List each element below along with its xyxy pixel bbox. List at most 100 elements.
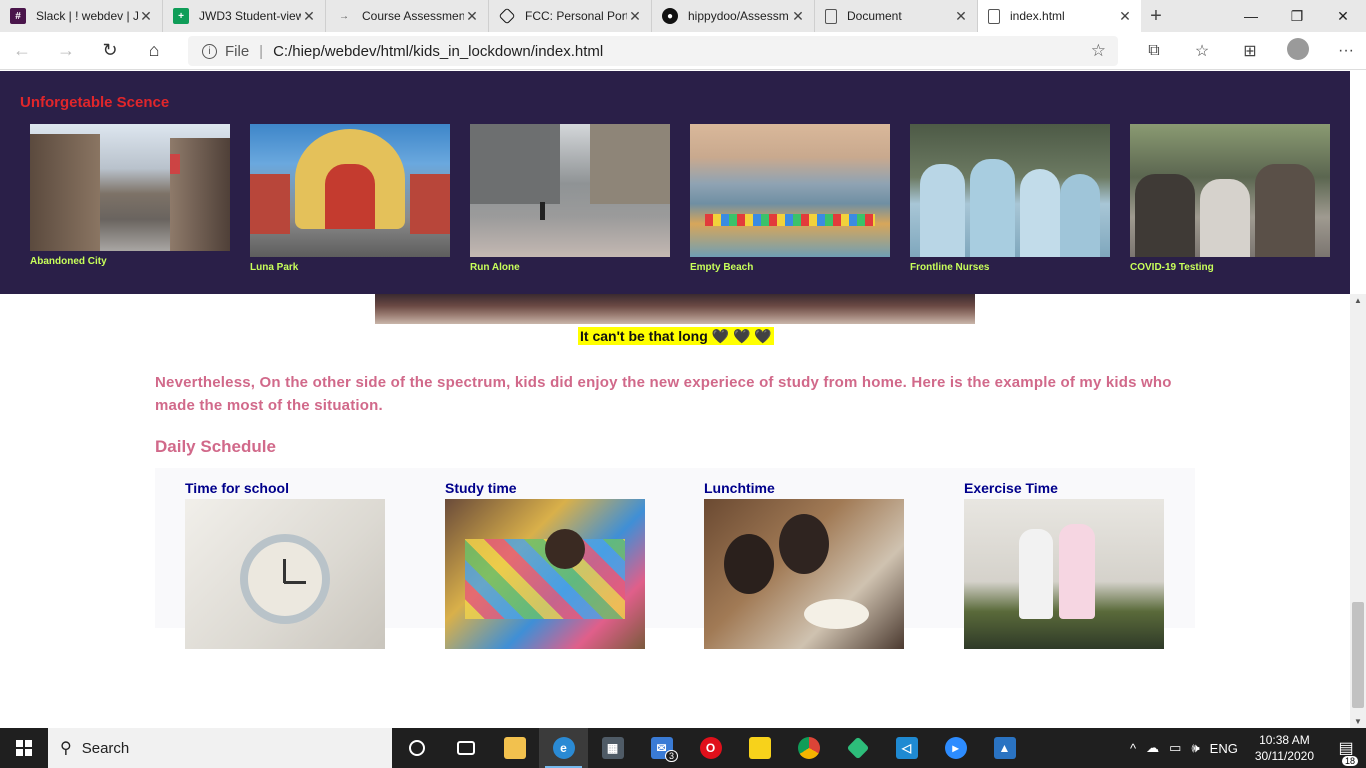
start-button[interactable]: [0, 728, 48, 768]
notification-center-button[interactable]: ▤ 18: [1326, 738, 1366, 766]
browser-tab-bar: # Slack | ! webdev | J ✕ + JWD3 Student-…: [0, 0, 1366, 32]
separator: |: [259, 42, 264, 60]
photo-caption: COVID-19 Testing: [1130, 262, 1214, 273]
tab-course-assessment[interactable]: → Course Assessmen ✕: [326, 0, 489, 32]
windows-taskbar: ⚲ Search e ▦ ✉ 3 O ◁ ▸ ▲ ^ ☁ ▭ 🕪 ENG 10:3…: [0, 728, 1366, 768]
notification-badge: 18: [1341, 756, 1358, 766]
tab-title: Course Assessmen: [362, 9, 464, 23]
run-alone-image: [470, 124, 670, 257]
photo-caption: Empty Beach: [690, 262, 754, 273]
taskbar-vscode[interactable]: ◁: [882, 728, 931, 768]
arrow-icon: →: [339, 10, 349, 22]
clock[interactable]: 10:38 AM 30/11/2020: [1255, 732, 1314, 764]
gallery-title: Unforgetable Scence: [20, 94, 170, 111]
tab-title: hippydoo/Assessm: [688, 9, 789, 23]
settings-more-icon[interactable]: ···: [1322, 42, 1366, 60]
sticky-notes-icon: [748, 737, 771, 759]
windows-logo-icon: [16, 740, 32, 756]
schedule-item-school: Time for school: [185, 480, 385, 649]
gallery-photo-frontline-nurses: Frontline Nurses: [910, 124, 1110, 273]
refresh-button[interactable]: ↻: [88, 32, 132, 70]
taskbar-file-explorer[interactable]: [490, 728, 539, 768]
tab-fcc-portfolio[interactable]: FCC: Personal Port ✕: [489, 0, 652, 32]
notification-icon: ▤: [1338, 740, 1354, 757]
search-icon: ⚲: [60, 740, 72, 757]
close-window-button[interactable]: ✕: [1320, 0, 1366, 32]
photo-caption: Frontline Nurses: [910, 262, 990, 273]
covid-testing-image: [1130, 124, 1330, 257]
taskbar-mail[interactable]: ✉ 3: [637, 728, 686, 768]
network-icon[interactable]: ▭: [1169, 740, 1181, 756]
clock-date: 30/11/2020: [1254, 749, 1314, 763]
taskbar-zoom[interactable]: ▸: [931, 728, 980, 768]
taskbar-store[interactable]: ▦: [588, 728, 637, 768]
close-icon[interactable]: ✕: [790, 8, 806, 25]
favorite-star-icon[interactable]: ☆: [1091, 41, 1106, 61]
info-icon[interactable]: i: [202, 43, 217, 59]
task-view-button[interactable]: [441, 728, 490, 768]
browser-toolbar-icons: ⧉ ☆ ⊞ ···: [1130, 32, 1366, 70]
study-time-image: [445, 499, 645, 649]
github-icon: ●: [662, 8, 678, 24]
tab-jwd3[interactable]: + JWD3 Student-view ✕: [163, 0, 326, 32]
back-button[interactable]: ←: [0, 32, 44, 70]
photo-caption: Abandoned City: [30, 256, 107, 267]
scroll-down-icon[interactable]: ▼: [1350, 717, 1366, 726]
schedule-label: Study time: [445, 480, 517, 496]
taskbar-sticky-notes[interactable]: [735, 728, 784, 768]
address-toolbar: ← → ↻ ⌂ i File | C:/hiep/webdev/html/kid…: [0, 32, 1366, 70]
scroll-up-icon[interactable]: ▲: [1350, 296, 1366, 305]
close-icon[interactable]: ✕: [464, 8, 480, 25]
tab-github[interactable]: ● hippydoo/Assessm ✕: [652, 0, 815, 32]
close-icon[interactable]: ✕: [627, 8, 643, 25]
vscode-icon: ◁: [895, 737, 918, 759]
close-icon[interactable]: ✕: [138, 8, 154, 25]
cortana-icon: [408, 740, 425, 756]
mail-badge: 3: [664, 750, 678, 762]
close-icon[interactable]: ✕: [301, 8, 317, 25]
taskbar-gitkraken[interactable]: [833, 728, 882, 768]
edge-icon: e: [552, 737, 575, 759]
collections-icon[interactable]: ⧉: [1130, 42, 1178, 60]
volume-icon[interactable]: 🕪: [1191, 740, 1199, 756]
cortana-button[interactable]: [392, 728, 441, 768]
taskbar-photos[interactable]: ▲: [980, 728, 1029, 768]
tab-index-html[interactable]: index.html ✕: [978, 0, 1141, 32]
chevron-up-icon[interactable]: ^: [1130, 741, 1136, 756]
zoom-icon: ▸: [944, 737, 967, 759]
tab-document[interactable]: Document ✕: [815, 0, 978, 32]
gallery-photo-run-alone: Run Alone: [470, 124, 670, 273]
store-icon: ▦: [601, 737, 624, 759]
address-bar[interactable]: i File | C:/hiep/webdev/html/kids_in_loc…: [188, 36, 1118, 66]
forward-button[interactable]: →: [44, 32, 88, 70]
close-icon[interactable]: ✕: [953, 8, 969, 25]
empty-beach-image: [690, 124, 890, 257]
cloud-icon[interactable]: ☁: [1146, 740, 1159, 756]
page-scrollbar[interactable]: ▲ ▼: [1350, 294, 1366, 728]
scroll-thumb[interactable]: [1352, 602, 1364, 708]
url-text[interactable]: C:/hiep/webdev/html/kids_in_lockdown/ind…: [273, 43, 603, 60]
schedule-label: Lunchtime: [704, 480, 775, 496]
tab-actions-icon[interactable]: ⊞: [1226, 41, 1274, 61]
abandoned-city-image: [30, 124, 230, 251]
taskbar-chrome[interactable]: [784, 728, 833, 768]
home-button[interactable]: ⌂: [132, 32, 176, 70]
clock-image: [185, 499, 385, 649]
taskbar-opera[interactable]: O: [686, 728, 735, 768]
codepen-icon: [498, 7, 516, 25]
window-controls: — ❐ ✕: [1228, 0, 1366, 32]
gallery-photo-luna-park: Luna Park: [250, 124, 450, 273]
restore-button[interactable]: ❐: [1274, 0, 1320, 32]
close-icon[interactable]: ✕: [1117, 8, 1133, 25]
schedule-heading: Daily Schedule: [155, 437, 276, 456]
taskbar-search[interactable]: ⚲ Search: [48, 728, 392, 768]
tab-slack[interactable]: # Slack | ! webdev | J ✕: [0, 0, 163, 32]
profile-avatar[interactable]: [1274, 37, 1322, 65]
task-view-icon: [456, 741, 475, 755]
language-indicator[interactable]: ENG: [1210, 741, 1238, 756]
minimize-button[interactable]: —: [1228, 0, 1274, 32]
taskbar-edge[interactable]: e: [539, 728, 588, 768]
new-tab-button[interactable]: +: [1141, 0, 1171, 32]
favorites-icon[interactable]: ☆: [1178, 41, 1226, 61]
opera-icon: O: [699, 737, 722, 759]
